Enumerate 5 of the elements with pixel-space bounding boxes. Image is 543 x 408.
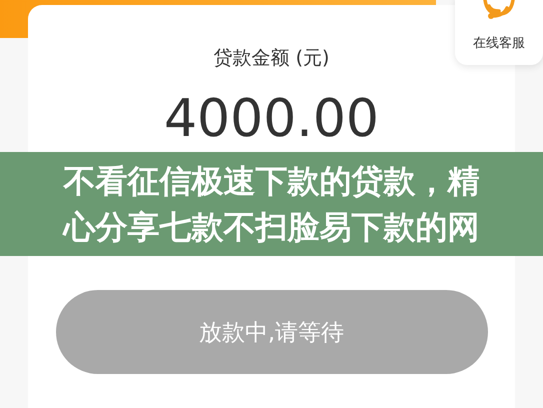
caption-text: 不看征信极速下款的贷款，精 [64,161,480,201]
amount-label: 贷款金额 (元) [214,46,330,71]
customer-service-button[interactable]: 在线客服 [455,0,543,65]
amount-value: 4000.00 [164,91,380,148]
caption-text: 心分享七款不扫脸易下款的网 [64,207,480,247]
